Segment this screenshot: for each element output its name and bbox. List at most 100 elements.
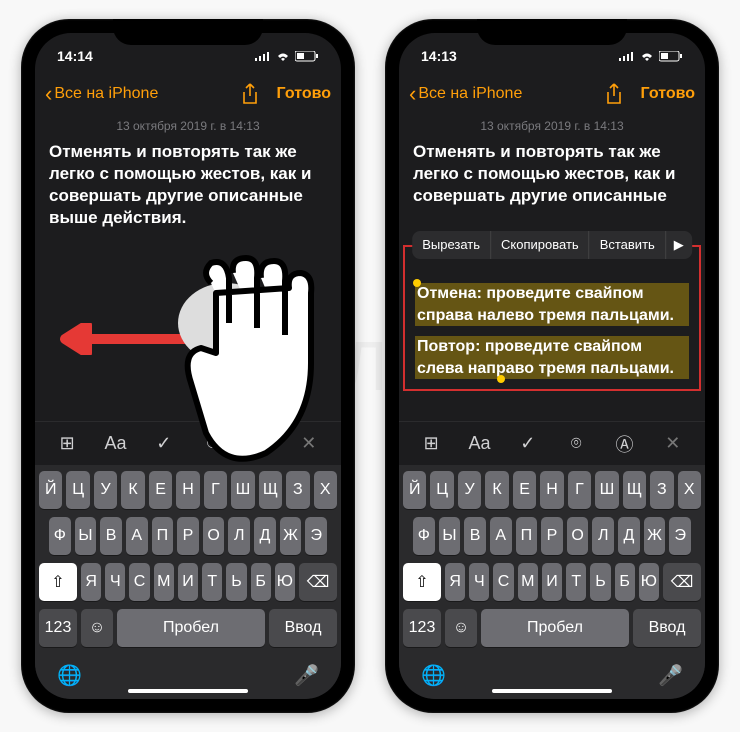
close-icon[interactable]: ✕ (294, 433, 324, 454)
key-П[interactable]: П (152, 517, 174, 555)
key-О[interactable]: О (567, 517, 589, 555)
key-Ч[interactable]: Ч (105, 563, 125, 601)
key-Ы[interactable]: Ы (439, 517, 461, 555)
key-Ф[interactable]: Ф (49, 517, 71, 555)
key-Д[interactable]: Д (618, 517, 640, 555)
key-М[interactable]: М (518, 563, 538, 601)
context-menu[interactable]: Вырезать Скопировать Вставить ▶ (412, 231, 692, 259)
key-И[interactable]: И (178, 563, 198, 601)
key-Т[interactable]: Т (566, 563, 586, 601)
key-Р[interactable]: Р (541, 517, 563, 555)
key-О[interactable]: О (203, 517, 225, 555)
checklist-icon[interactable]: ✓ (513, 433, 543, 454)
back-button[interactable]: ‹ Все на iPhone (409, 83, 522, 105)
camera-icon[interactable]: ⌾ (197, 433, 227, 454)
table-icon[interactable]: ⊞ (416, 433, 446, 454)
key-А[interactable]: А (126, 517, 148, 555)
key-В[interactable]: В (100, 517, 122, 555)
table-icon[interactable]: ⊞ (52, 433, 82, 454)
key-Г[interactable]: Г (568, 471, 591, 509)
textstyle-button[interactable]: Aa (100, 433, 130, 454)
key-С[interactable]: С (129, 563, 149, 601)
selection-handle-end[interactable] (497, 375, 505, 383)
key-Г[interactable]: Г (204, 471, 227, 509)
key-Д[interactable]: Д (254, 517, 276, 555)
key-Й[interactable]: Й (39, 471, 62, 509)
home-indicator[interactable] (492, 689, 612, 693)
key-З[interactable]: З (650, 471, 673, 509)
emoji-key[interactable]: ☺ (445, 609, 477, 647)
key-Ж[interactable]: Ж (644, 517, 666, 555)
shift-key[interactable]: ⇧ (39, 563, 77, 601)
space-key[interactable]: Пробел (481, 609, 629, 647)
numbers-key[interactable]: 123 (403, 609, 441, 647)
key-А[interactable]: А (490, 517, 512, 555)
key-Ы[interactable]: Ы (75, 517, 97, 555)
enter-key[interactable]: Ввод (269, 609, 337, 647)
key-Э[interactable]: Э (669, 517, 691, 555)
key-Я[interactable]: Я (81, 563, 101, 601)
key-Й[interactable]: Й (403, 471, 426, 509)
key-Ц[interactable]: Ц (66, 471, 89, 509)
key-К[interactable]: К (485, 471, 508, 509)
shift-key[interactable]: ⇧ (403, 563, 441, 601)
mic-icon[interactable]: 🎤 (294, 663, 319, 688)
globe-icon[interactable]: 🌐 (57, 663, 82, 688)
key-Ю[interactable]: Ю (275, 563, 295, 601)
camera-icon[interactable]: ⌾ (561, 433, 591, 454)
numbers-key[interactable]: 123 (39, 609, 77, 647)
share-button[interactable] (241, 83, 259, 105)
home-indicator[interactable] (128, 689, 248, 693)
key-Р[interactable]: Р (177, 517, 199, 555)
share-button[interactable] (605, 83, 623, 105)
done-button[interactable]: Готово (277, 85, 331, 103)
emoji-key[interactable]: ☺ (81, 609, 113, 647)
key-Ж[interactable]: Ж (280, 517, 302, 555)
done-button[interactable]: Готово (641, 85, 695, 103)
key-Ш[interactable]: Ш (231, 471, 254, 509)
key-Х[interactable]: Х (678, 471, 701, 509)
key-Щ[interactable]: Щ (623, 471, 646, 509)
key-Э[interactable]: Э (305, 517, 327, 555)
ctx-cut[interactable]: Вырезать (412, 231, 491, 259)
key-Е[interactable]: Е (513, 471, 536, 509)
keyboard[interactable]: ЙЦУКЕНГШЩЗХ ФЫВАПРОЛДЖЭ ⇧ ЯЧСМИТЬБЮ ⌫ 12… (35, 465, 341, 699)
key-У[interactable]: У (458, 471, 481, 509)
key-Ю[interactable]: Ю (639, 563, 659, 601)
key-Л[interactable]: Л (228, 517, 250, 555)
key-Ь[interactable]: Ь (226, 563, 246, 601)
key-Х[interactable]: Х (314, 471, 337, 509)
key-М[interactable]: М (154, 563, 174, 601)
key-З[interactable]: З (286, 471, 309, 509)
key-Щ[interactable]: Щ (259, 471, 282, 509)
key-Я[interactable]: Я (445, 563, 465, 601)
delete-key[interactable]: ⌫ (663, 563, 701, 601)
ctx-more[interactable]: ▶ (666, 231, 692, 259)
key-Л[interactable]: Л (592, 517, 614, 555)
note-body-top[interactable]: Отменять и повторять так же легко с помо… (413, 141, 691, 207)
key-Ф[interactable]: Ф (413, 517, 435, 555)
key-Ш[interactable]: Ш (595, 471, 618, 509)
key-В[interactable]: В (464, 517, 486, 555)
enter-key[interactable]: Ввод (633, 609, 701, 647)
key-Т[interactable]: Т (202, 563, 222, 601)
key-К[interactable]: К (121, 471, 144, 509)
selected-text-1[interactable]: Отмена: проведите свайпом справа налево … (415, 283, 689, 326)
globe-icon[interactable]: 🌐 (421, 663, 446, 688)
key-Б[interactable]: Б (251, 563, 271, 601)
note-body[interactable]: Отменять и повторять так же легко с помо… (49, 141, 327, 229)
close-icon[interactable]: ✕ (658, 433, 688, 454)
checklist-icon[interactable]: ✓ (149, 433, 179, 454)
back-button[interactable]: ‹ Все на iPhone (45, 83, 158, 105)
key-Б[interactable]: Б (615, 563, 635, 601)
key-У[interactable]: У (94, 471, 117, 509)
textstyle-button[interactable]: Aa (464, 433, 494, 454)
key-Ь[interactable]: Ь (590, 563, 610, 601)
ctx-paste[interactable]: Вставить (590, 231, 666, 259)
selected-text-2[interactable]: Повтор: проведите свайпом слева направо … (415, 336, 689, 379)
key-Ч[interactable]: Ч (469, 563, 489, 601)
delete-key[interactable]: ⌫ (299, 563, 337, 601)
ctx-copy[interactable]: Скопировать (491, 231, 590, 259)
key-Н[interactable]: Н (176, 471, 199, 509)
key-П[interactable]: П (516, 517, 538, 555)
